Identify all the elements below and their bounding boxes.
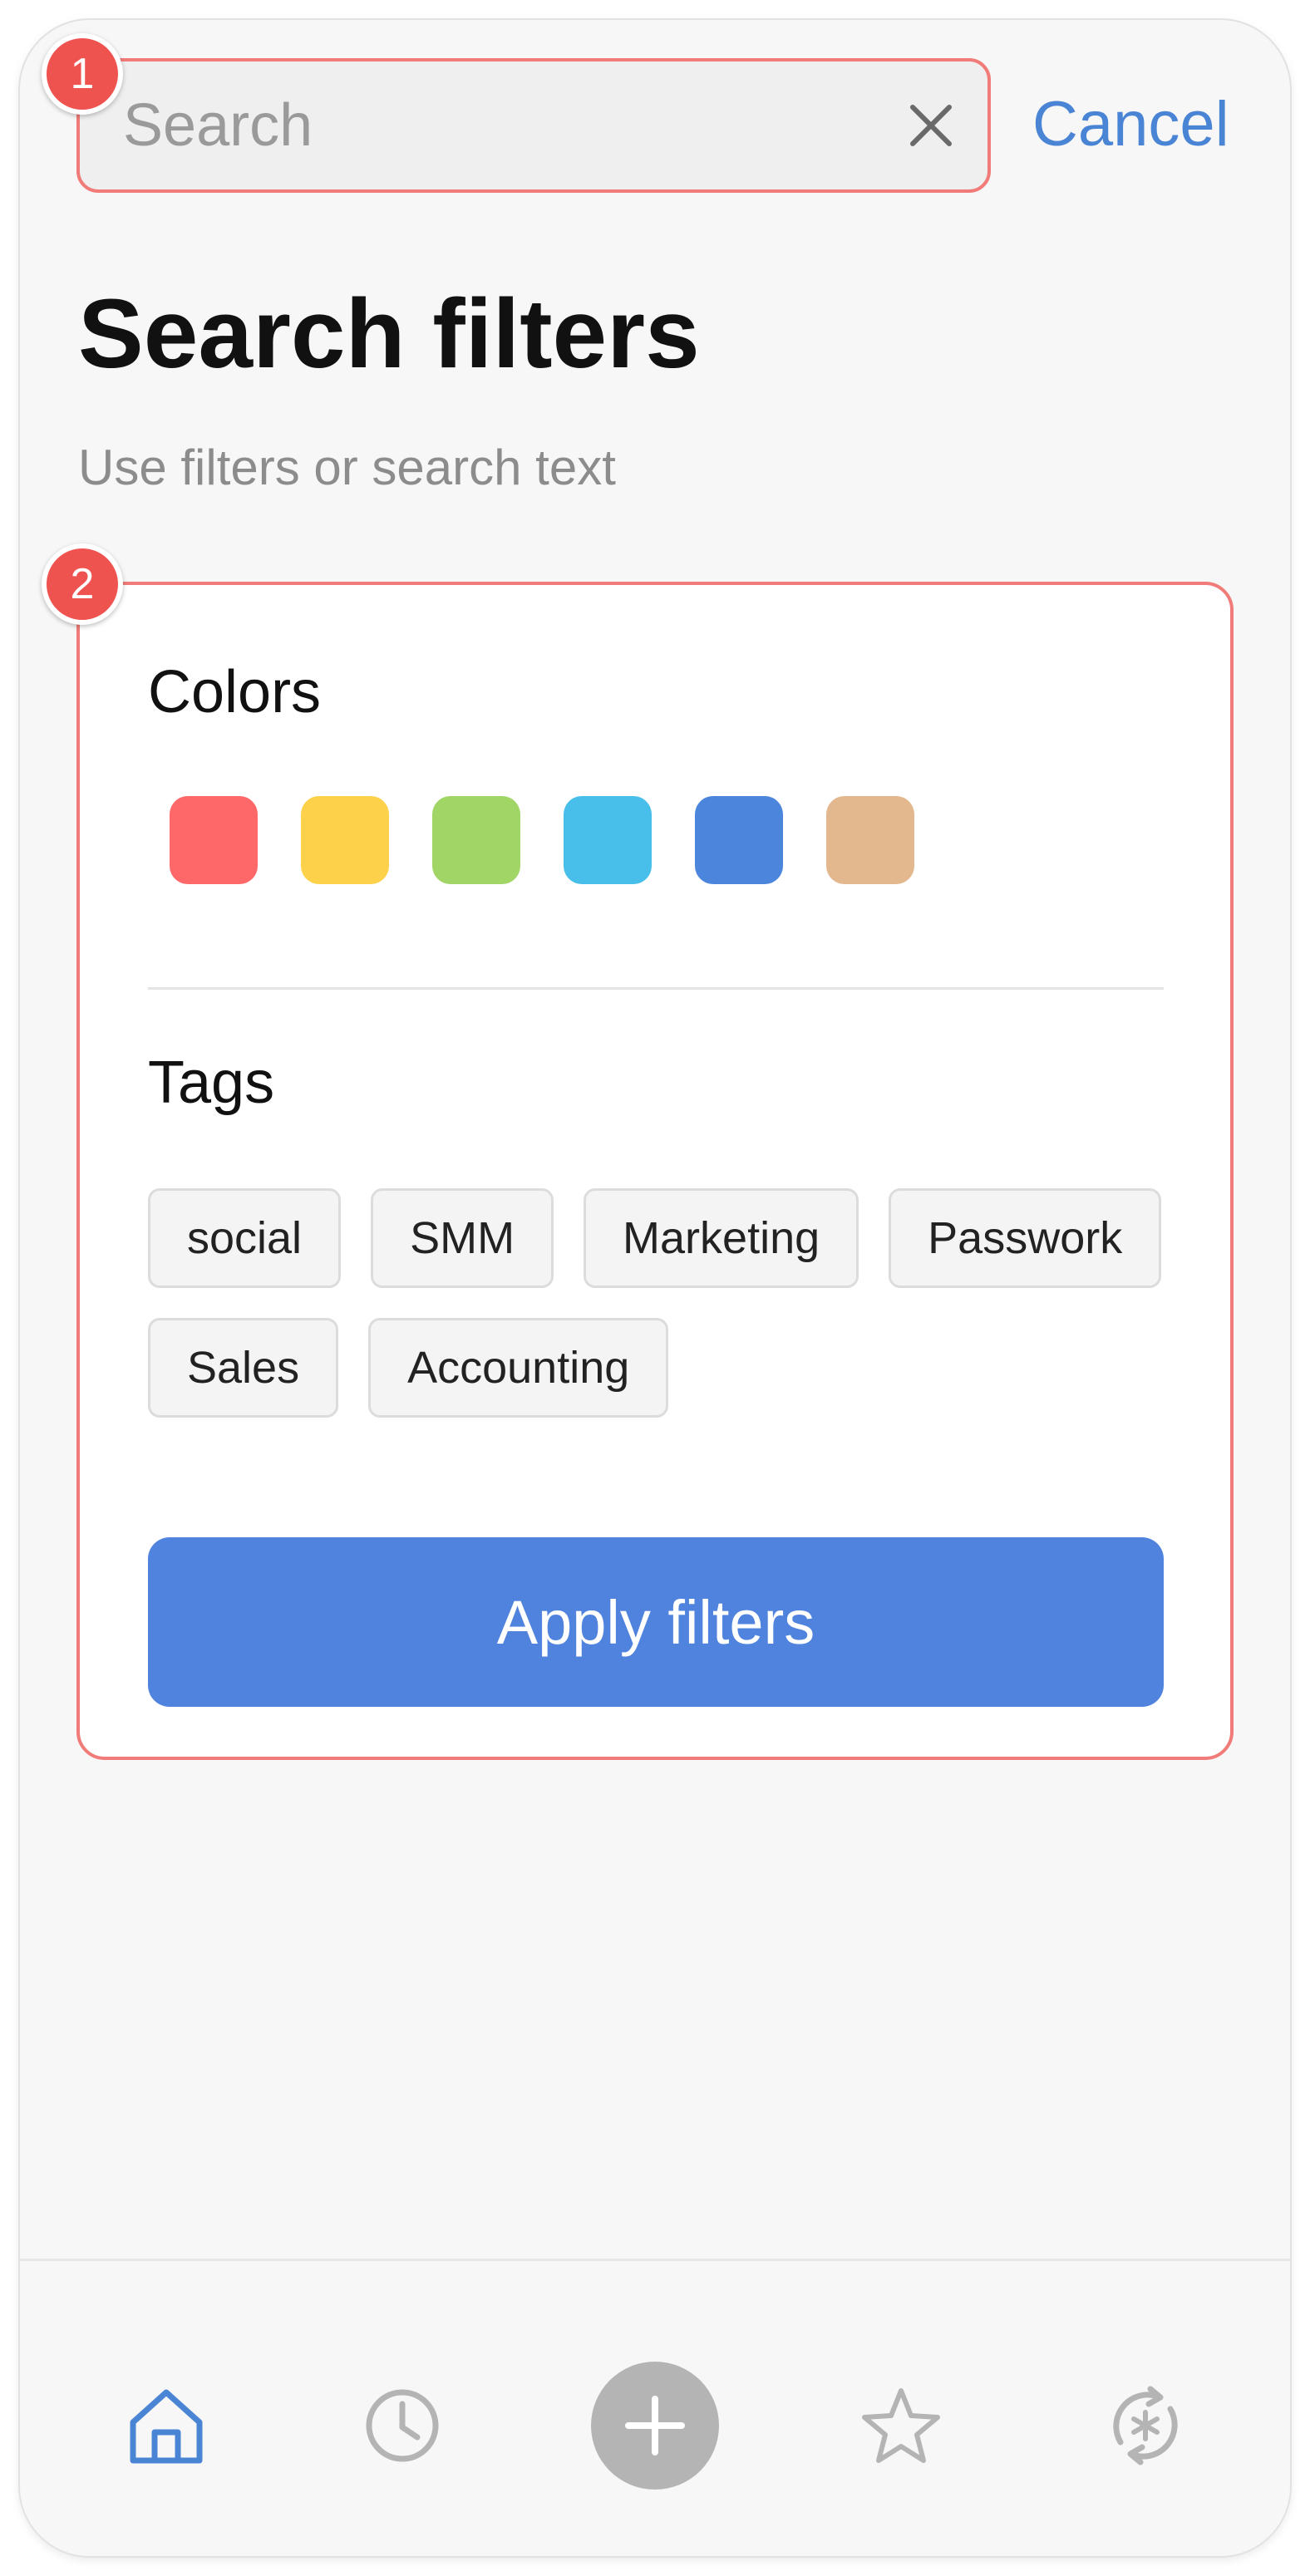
phone-screen: Cancel 1 Search filters Use filters or s…: [20, 20, 1290, 2556]
home-icon[interactable]: [123, 2382, 209, 2469]
tag-chip[interactable]: Sales: [148, 1318, 339, 1418]
page-subtitle: Use filters or search text: [78, 440, 616, 495]
color-swatches: [170, 796, 914, 884]
sync-icon[interactable]: [1101, 2381, 1190, 2470]
page-title: Search filters: [78, 279, 700, 389]
color-swatch-light-blue[interactable]: [564, 796, 652, 884]
apply-filters-button[interactable]: Apply filters: [148, 1537, 1164, 1707]
color-swatch-red[interactable]: [170, 796, 258, 884]
star-icon[interactable]: [856, 2381, 946, 2470]
color-swatch-blue[interactable]: [695, 796, 783, 884]
close-icon[interactable]: [906, 101, 956, 150]
cancel-button[interactable]: Cancel: [1032, 93, 1229, 156]
annotation-badge-1: 1: [42, 33, 123, 115]
clock-icon[interactable]: [359, 2382, 446, 2469]
tags-heading: Tags: [148, 1050, 275, 1116]
bottom-nav: [20, 2259, 1290, 2556]
tag-chip[interactable]: social: [148, 1188, 342, 1288]
search-input[interactable]: [123, 61, 871, 189]
annotation-badge-2: 2: [42, 543, 123, 625]
tag-chip[interactable]: SMM: [371, 1188, 554, 1288]
tag-chip[interactable]: Marketing: [584, 1188, 859, 1288]
section-divider: [148, 987, 1164, 990]
color-swatch-tan[interactable]: [826, 796, 914, 884]
color-swatch-yellow[interactable]: [301, 796, 389, 884]
tag-chip[interactable]: Accounting: [368, 1318, 669, 1418]
plus-icon[interactable]: [591, 2362, 719, 2490]
colors-heading: Colors: [148, 659, 322, 725]
search-box: [76, 58, 991, 193]
color-swatch-green[interactable]: [432, 796, 520, 884]
tag-chip[interactable]: Passwork: [889, 1188, 1162, 1288]
tag-list: social SMM Marketing Passwork Sales Acco…: [148, 1188, 1170, 1418]
filter-card: Colors Tags social SMM Marketing Passwor…: [76, 582, 1234, 1760]
